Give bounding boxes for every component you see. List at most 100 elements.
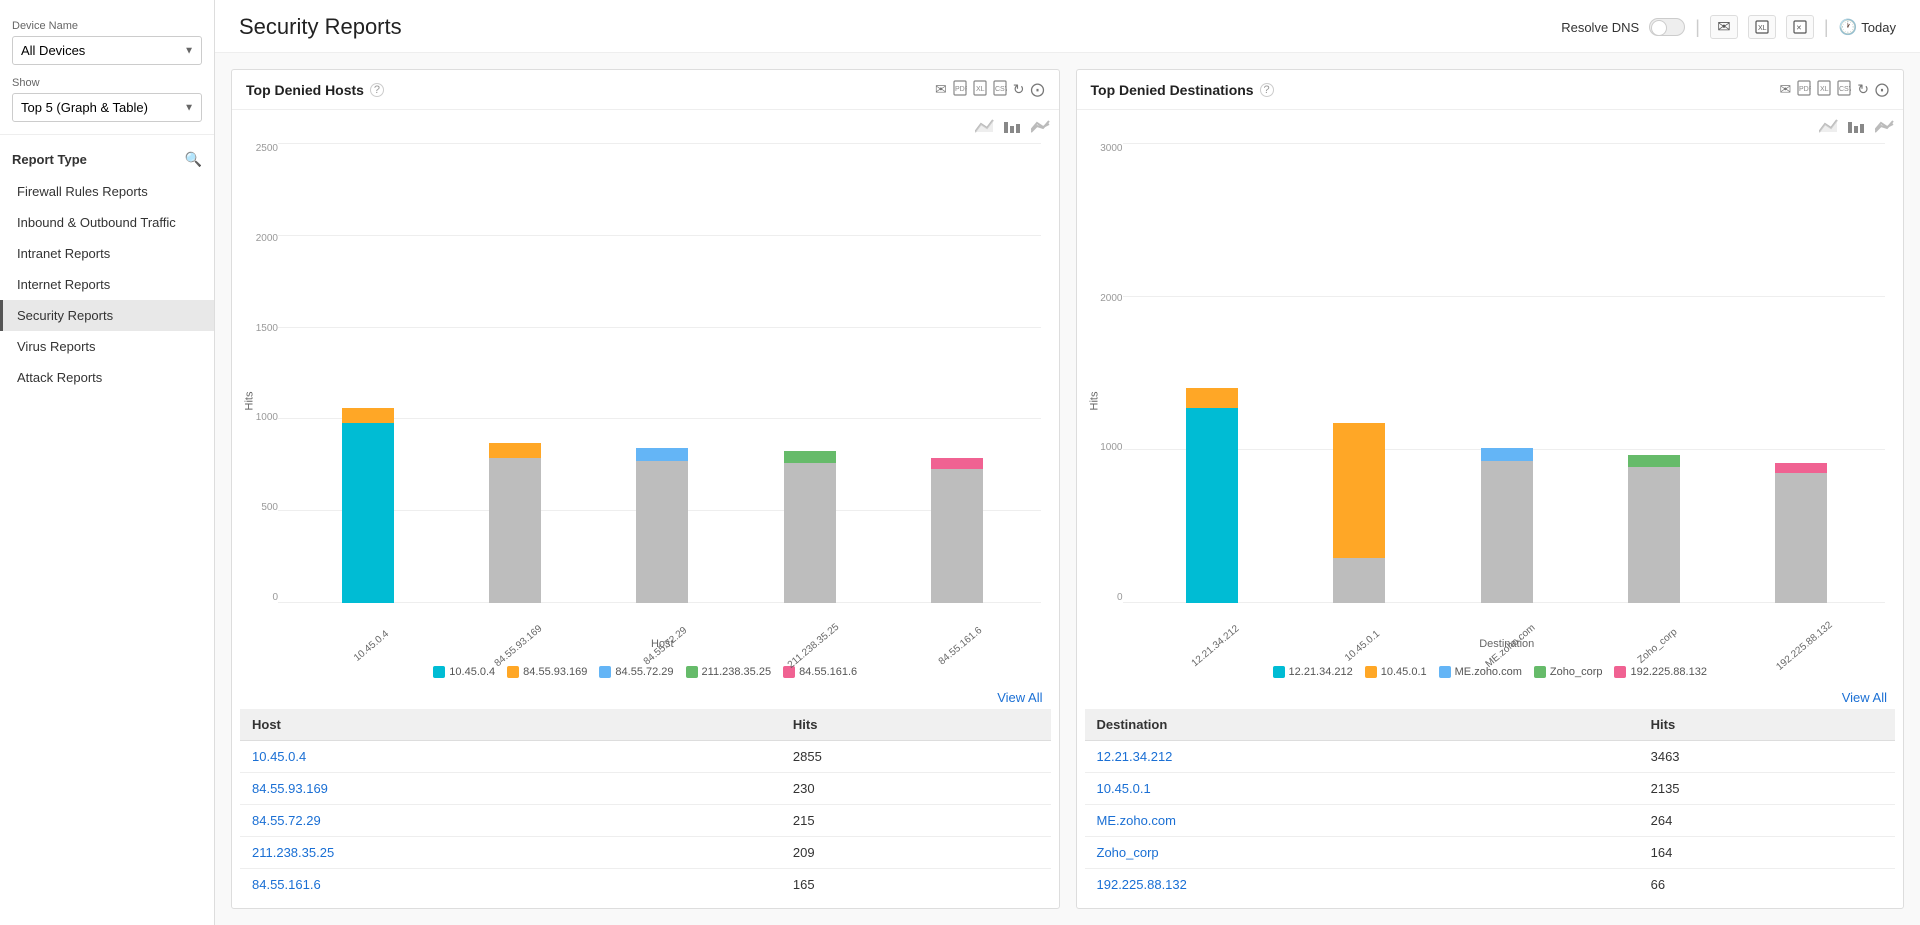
svg-text:PDF: PDF (1799, 86, 1811, 93)
right-bar-2-seg-1 (1333, 558, 1385, 603)
left-row-5-hits: 165 (781, 869, 1051, 901)
right-legend-4-color (1534, 666, 1546, 678)
right-refresh-icon[interactable]: ↻ (1857, 81, 1869, 98)
sidebar-item-firewall-rules[interactable]: Firewall Rules Reports (0, 176, 214, 207)
left-y-axis-ticks: 2500 2000 1500 1000 500 0 (244, 143, 278, 603)
right-legend-2-label: 10.45.0.1 (1381, 666, 1427, 678)
left-bar-3-seg-2 (636, 448, 688, 461)
left-row-1-host[interactable]: 10.45.0.4 (252, 749, 306, 764)
right-legend-4: Zoho_corp (1534, 666, 1603, 678)
left-row-1: 10.45.0.4 2855 (240, 741, 1051, 773)
right-line-chart-icon[interactable] (1875, 118, 1895, 139)
left-row-2-host[interactable]: 84.55.93.169 (252, 781, 328, 796)
right-expand-icon[interactable]: ⨀ (1875, 81, 1889, 98)
left-line-chart-icon[interactable] (1031, 118, 1051, 139)
left-bar-4: 211.238.35.25 (784, 451, 836, 603)
left-bar-2-stack (489, 443, 541, 603)
svg-text:✕: ✕ (1796, 25, 1802, 32)
sidebar-item-security[interactable]: Security Reports (0, 300, 214, 331)
right-row-3-hits: 264 (1639, 805, 1895, 837)
right-bar-2: 10.45.0.1 (1333, 423, 1385, 603)
left-view-all-link[interactable]: View All (997, 690, 1042, 705)
search-icon[interactable]: 🔍 (185, 151, 202, 168)
left-bar-5-seg-2 (931, 458, 983, 469)
right-bar-1-seg-1 (1186, 408, 1238, 603)
right-legend-4-label: Zoho_corp (1550, 666, 1603, 678)
left-bar-1-stack (342, 408, 394, 603)
export-csv-icon-btn[interactable]: ✕ (1786, 15, 1814, 39)
left-panel-help-icon[interactable]: ? (370, 83, 384, 97)
left-row-5: 84.55.161.6 165 (240, 869, 1051, 901)
left-panel-body: Hits 2500 2000 (232, 110, 1059, 908)
left-email-icon[interactable]: ✉ (935, 81, 947, 98)
svg-text:CSV: CSV (995, 86, 1007, 93)
device-select-wrapper[interactable]: All Devices ▼ (12, 36, 202, 65)
right-legend-5-color (1614, 666, 1626, 678)
separator-1: | (1695, 17, 1700, 38)
right-row-3-dest[interactable]: ME.zoho.com (1097, 813, 1176, 828)
sidebar-item-intranet[interactable]: Intranet Reports (0, 238, 214, 269)
right-bar-4-seg-1 (1628, 467, 1680, 603)
right-row-5-dest[interactable]: 192.225.88.132 (1097, 877, 1187, 892)
right-row-1-hits: 3463 (1639, 741, 1895, 773)
content-area: Top Denied Hosts ? ✉ PDF XL CSV (215, 53, 1920, 925)
left-area-chart-icon[interactable] (975, 118, 995, 139)
left-bar-5-seg-1 (931, 469, 983, 603)
left-x-axis-title: Host (284, 638, 1041, 650)
left-row-3: 84.55.72.29 215 (240, 805, 1051, 837)
show-select-wrapper[interactable]: Top 5 (Graph & Table) Top 10 (Graph & Ta… (12, 93, 202, 122)
right-bar-4-seg-2 (1628, 455, 1680, 467)
left-bar-chart-icon[interactable] (1003, 118, 1023, 139)
right-row-4-dest[interactable]: Zoho_corp (1097, 845, 1159, 860)
clock-icon: 🕐 (1839, 18, 1858, 36)
right-row-2-dest[interactable]: 10.45.0.1 (1097, 781, 1151, 796)
show-select[interactable]: Top 5 (Graph & Table) Top 10 (Graph & Ta… (12, 93, 202, 122)
right-bar-5: 192.225.88.132 (1775, 463, 1827, 603)
export-excel-icon-btn[interactable]: XL (1748, 15, 1776, 39)
right-export-excel-icon[interactable]: XL (1817, 80, 1831, 99)
today-button[interactable]: 🕐 Today (1839, 18, 1896, 36)
left-expand-icon[interactable]: ⨀ (1031, 81, 1045, 98)
left-data-table: Host Hits 10.45.0.4 2855 84.55.93.169 (240, 709, 1051, 900)
right-view-all-link[interactable]: View All (1842, 690, 1887, 705)
left-bar-3-stack (636, 448, 688, 603)
device-select[interactable]: All Devices (12, 36, 202, 65)
left-export-csv-icon[interactable]: CSV (993, 80, 1007, 99)
left-export-pdf-icon[interactable]: PDF (953, 80, 967, 99)
left-bar-1: 10.45.0.4 (342, 408, 394, 603)
left-row-3-host[interactable]: 84.55.72.29 (252, 813, 321, 828)
sidebar-item-internet[interactable]: Internet Reports (0, 269, 214, 300)
right-bar-5-stack (1775, 463, 1827, 603)
right-email-icon[interactable]: ✉ (1780, 81, 1792, 98)
right-row-1-dest[interactable]: 12.21.34.212 (1097, 749, 1173, 764)
left-bars-container: 10.45.0.4 84.55.93.169 (284, 143, 1041, 603)
left-col-hits: Hits (781, 709, 1051, 741)
right-row-5-hits: 66 (1639, 869, 1895, 901)
resolve-dns-toggle[interactable] (1649, 18, 1685, 36)
left-row-5-host[interactable]: 84.55.161.6 (252, 877, 321, 892)
left-export-excel-icon[interactable]: XL (973, 80, 987, 99)
left-refresh-icon[interactable]: ↻ (1013, 81, 1025, 98)
right-row-5: 192.225.88.132 66 (1085, 869, 1896, 901)
right-panel-help-icon[interactable]: ? (1260, 83, 1274, 97)
left-row-4: 211.238.35.25 209 (240, 837, 1051, 869)
left-panel: Top Denied Hosts ? ✉ PDF XL CSV (231, 69, 1060, 909)
svg-text:XL: XL (1758, 25, 1767, 32)
left-panel-title-group: Top Denied Hosts ? (246, 82, 384, 98)
right-col-destination: Destination (1085, 709, 1639, 741)
right-bar-chart-icon[interactable] (1847, 118, 1867, 139)
sidebar-item-virus[interactable]: Virus Reports (0, 331, 214, 362)
right-legend-3: ME.zoho.com (1439, 666, 1522, 678)
left-bar-1-seg-2 (342, 408, 394, 423)
right-bar-2-seg-2 (1333, 423, 1385, 558)
left-row-4-host[interactable]: 211.238.35.25 (252, 845, 334, 860)
sidebar-item-inbound-outbound[interactable]: Inbound & Outbound Traffic (0, 207, 214, 238)
left-row-2-hits: 230 (781, 773, 1051, 805)
right-area-chart-icon[interactable] (1819, 118, 1839, 139)
right-export-pdf-icon[interactable]: PDF (1797, 80, 1811, 99)
left-row-2: 84.55.93.169 230 (240, 773, 1051, 805)
email-icon-btn[interactable]: ✉ (1710, 15, 1738, 39)
sidebar-item-attack[interactable]: Attack Reports (0, 362, 214, 393)
panels-row: Top Denied Hosts ? ✉ PDF XL CSV (231, 69, 1904, 909)
right-export-csv-icon[interactable]: CSV (1837, 80, 1851, 99)
